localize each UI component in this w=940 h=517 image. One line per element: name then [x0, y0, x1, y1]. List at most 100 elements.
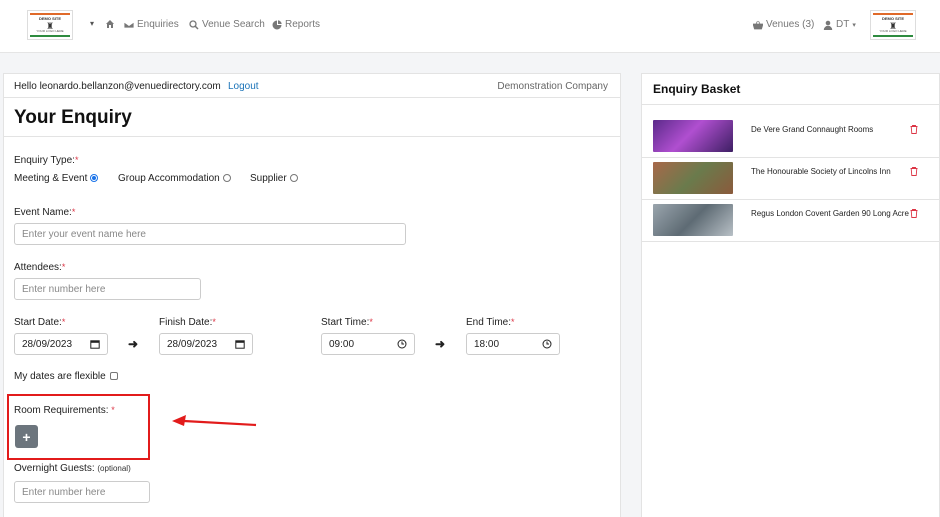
venues-basket-link[interactable]: Venues (3) [753, 19, 814, 30]
finish-date-label: Finish Date:* [159, 317, 216, 328]
overnight-guests-text: Overnight Guests: [14, 463, 95, 474]
start-date-label: Start Date:* [14, 317, 65, 328]
radio-meeting-event[interactable]: Meeting & Event [14, 173, 99, 184]
user-menu[interactable]: DT ▾ [823, 19, 856, 30]
calendar-icon[interactable] [90, 339, 100, 349]
required-mark: * [71, 207, 76, 217]
venue-thumbnail[interactable] [653, 120, 733, 152]
required-mark: * [61, 317, 66, 327]
basket-item[interactable]: Regus London Covent Garden 90 Long Acre [642, 200, 939, 242]
divider [642, 104, 939, 105]
overnight-guests-label: Overnight Guests: (optional) [14, 463, 131, 474]
nav-enquiries-label: Enquiries [137, 19, 179, 30]
nav-reports-label: Reports [285, 19, 321, 30]
clock-icon[interactable] [542, 339, 552, 349]
flexible-dates-text: My dates are flexible [14, 371, 106, 382]
end-time-text: End Time: [466, 317, 512, 328]
calendar-icon[interactable] [235, 339, 245, 349]
start-date-value: 28/09/2023 [22, 338, 73, 350]
trash-icon[interactable] [910, 209, 918, 218]
start-time-value: 09:00 [329, 338, 355, 350]
start-time-label: Start Time:* [321, 317, 373, 328]
user-initials: DT [836, 19, 850, 30]
start-date-input[interactable]: 28/09/2023 [14, 333, 108, 355]
attendees-input[interactable]: Enter number here [14, 278, 201, 300]
start-time-text: Start Time: [321, 317, 370, 328]
envelope-icon [124, 21, 134, 28]
placeholder-text: Enter number here [22, 283, 106, 295]
radio-supplier[interactable]: Supplier [250, 173, 298, 184]
nav-venue-search[interactable]: Venue Search [189, 19, 265, 30]
pie-chart-icon [272, 19, 282, 29]
end-time-value: 18:00 [474, 338, 500, 350]
event-name-input[interactable]: Enter your event name here [14, 223, 406, 245]
overnight-guests-input[interactable]: Enter number here [14, 481, 150, 503]
required-mark: * [369, 317, 373, 327]
chevron-down-icon[interactable]: ▾ [90, 19, 94, 28]
annotation-arrow-icon [172, 415, 257, 427]
session-bar: Hello leonardo.bellanzon@venuedirectory.… [4, 74, 620, 98]
logout-link[interactable]: Logout [228, 81, 259, 92]
venue-name[interactable]: The Honourable Society of Lincolns Inn [751, 167, 891, 176]
home-link[interactable] [105, 19, 115, 29]
basket-title: Enquiry Basket [653, 82, 741, 96]
nav-enquiries[interactable]: Enquiries [124, 19, 179, 30]
nav-reports[interactable]: Reports [272, 19, 320, 30]
attendees-text: Attendees: [14, 262, 62, 273]
radio-group-accommodation[interactable]: Group Accommodation [118, 173, 231, 184]
trash-icon[interactable] [910, 125, 918, 134]
basket-icon [753, 20, 763, 29]
user-icon [823, 20, 833, 30]
basket-item[interactable]: The Honourable Society of Lincolns Inn [642, 158, 939, 200]
attendees-label: Attendees:* [14, 262, 65, 273]
top-navbar: DEMO SITE ♜ YOUR LOGO HERE ▾ Enquiries V… [0, 0, 940, 53]
site-logo[interactable]: DEMO SITE ♜ YOUR LOGO HERE [27, 10, 73, 40]
flexible-dates-option[interactable]: My dates are flexible [14, 371, 118, 382]
nav-venue-search-label: Venue Search [202, 19, 265, 30]
optional-text: (optional) [97, 464, 131, 473]
chevron-down-icon: ▾ [852, 21, 856, 29]
client-logo: DEMO SITE ♜ YOUR LOGO HERE [870, 10, 916, 40]
required-mark: * [212, 317, 216, 327]
annotation-highlight-box [7, 394, 150, 460]
trash-icon[interactable] [910, 167, 918, 176]
enquiry-type-text: Enquiry Type: [14, 155, 75, 166]
finish-date-text: Finish Date: [159, 317, 213, 328]
enquiry-type-label: Enquiry Type:* [14, 155, 78, 166]
basket-item[interactable]: De Vere Grand Connaught Rooms [642, 116, 939, 158]
required-mark: * [61, 262, 66, 272]
end-time-label: End Time:* [466, 317, 515, 328]
venue-name[interactable]: De Vere Grand Connaught Rooms [751, 125, 873, 134]
required-mark: * [511, 317, 515, 327]
required-mark: * [74, 155, 79, 165]
search-icon [189, 19, 199, 30]
radio-label: Group Accommodation [118, 173, 220, 184]
divider [4, 136, 620, 137]
radio-label: Meeting & Event [14, 173, 88, 184]
placeholder-text: Enter your event name here [22, 228, 146, 240]
radio-button[interactable] [289, 174, 298, 183]
arrow-right-icon: ➜ [128, 337, 139, 351]
venues-count-label: Venues (3) [766, 19, 815, 30]
venue-name[interactable]: Regus London Covent Garden 90 Long Acre [751, 209, 909, 218]
venue-thumbnail[interactable] [653, 162, 733, 194]
start-date-text: Start Date: [14, 317, 62, 328]
placeholder-text: Enter number here [22, 486, 106, 498]
start-time-input[interactable]: 09:00 [321, 333, 415, 355]
event-name-text: Event Name: [14, 207, 72, 218]
clock-icon[interactable] [397, 339, 407, 349]
arrow-right-icon: ➜ [435, 337, 446, 351]
radio-button[interactable] [90, 174, 99, 183]
greeting-text: Hello leonardo.bellanzon@venuedirectory.… [14, 81, 221, 92]
end-time-input[interactable]: 18:00 [466, 333, 560, 355]
finish-date-value: 28/09/2023 [167, 338, 218, 350]
enquiry-basket-panel: Enquiry Basket De Vere Grand Connaught R… [641, 73, 940, 517]
venue-thumbnail[interactable] [653, 204, 733, 236]
event-name-label: Event Name:* [14, 207, 75, 218]
radio-label: Supplier [250, 173, 287, 184]
finish-date-input[interactable]: 28/09/2023 [159, 333, 253, 355]
logo-subtext: YOUR LOGO HERE [36, 29, 64, 33]
client-logo-subtext: YOUR LOGO HERE [879, 29, 907, 33]
flexible-dates-checkbox[interactable] [109, 372, 118, 381]
radio-button[interactable] [222, 174, 231, 183]
